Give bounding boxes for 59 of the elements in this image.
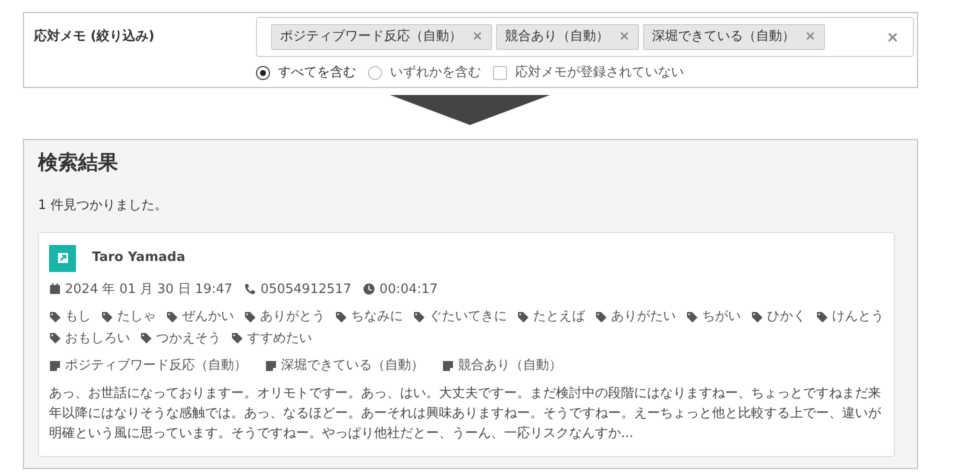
tag-icon [335, 310, 347, 323]
checkbox[interactable] [493, 66, 507, 80]
tag-icon [244, 310, 256, 323]
tag-icon [49, 310, 61, 323]
keyword: けんとう [832, 308, 884, 326]
filter-chip[interactable]: ポジティブワード反応（自動） × [271, 24, 492, 50]
memo-label: 深堀できている（自動） [281, 357, 424, 375]
memo-icon [265, 360, 277, 372]
call-duration: 00:04:17 [379, 280, 438, 298]
calendar-icon [49, 283, 61, 296]
result-count: 1 件見つかりました。 [38, 197, 168, 215]
keyword: たしゃ [117, 308, 156, 326]
keyword: たとえば [533, 308, 585, 326]
caller-name: Taro Yamada [92, 249, 186, 268]
tag-icon [413, 310, 425, 323]
tag-icon [517, 310, 529, 323]
memo-icon [49, 360, 61, 372]
filter-chip[interactable]: 競合あり（自動） × [496, 24, 639, 50]
keyword: ぜんかい [182, 308, 234, 326]
keyword: ありがたい [611, 308, 676, 326]
radio-button[interactable] [256, 66, 270, 80]
tag-icon [166, 310, 178, 323]
call-date: 2024 年 01 月 30 日 19:47 [65, 280, 232, 298]
keyword: ありがとう [260, 308, 325, 326]
filter-label: 応対メモ (絞り込み) [32, 28, 156, 46]
keyword: つかえそう [156, 330, 221, 348]
results-title: 検索結果 [38, 150, 119, 174]
tag-icon [686, 310, 698, 323]
tag-icon [751, 310, 763, 323]
radio-button[interactable] [368, 66, 382, 80]
tag-icon [140, 332, 152, 344]
phone-icon [244, 283, 256, 296]
tag-icon [816, 310, 828, 323]
memo-icon [442, 360, 454, 372]
tag-icon [101, 310, 113, 323]
open-button[interactable] [49, 244, 76, 272]
tag-input-field[interactable]: ポジティブワード反応（自動） × 競合あり（自動） × 深堀できている（自動） × × [256, 17, 914, 57]
filter-chip[interactable]: 深堀できている（自動） × [642, 24, 825, 50]
memo-label: ポジティブワード反応（自動） [65, 357, 247, 375]
keyword: ちなみに [351, 308, 403, 326]
clock-icon [363, 283, 376, 296]
tag-icon [595, 310, 607, 323]
keyword: すすめたい [247, 330, 312, 348]
option-label: すべてを含む [278, 64, 356, 82]
keyword: おもしろい [65, 330, 130, 348]
tag-icon [49, 332, 61, 344]
option-label: 応対メモが登録されていない [515, 64, 684, 82]
phone-number: 05054912517 [260, 280, 352, 298]
keyword: もし [65, 308, 91, 326]
clear-icon[interactable]: × [886, 26, 899, 48]
transcript-text: あっ、お世話になっておりますー。オリモトですー。あっ、はい。大丈夫ですー。まだ検討中の段階にはなりますねー、ちょっとですねまだ来年以降にはなりそうな感触では。あっ、なるほどー。あーそれは興味ありますねー。そうですねー。えーちょっと他と比較する上でー、違いが明確という風に思っています。そうですねー。やっぱり他社だとー、うーん、一応リスクなんすか... [49, 384, 882, 443]
tag-icon [231, 332, 243, 344]
keyword: ぐたいてきに [429, 308, 507, 326]
memo-label: 競合あり（自動） [458, 357, 562, 375]
external-link-icon [56, 252, 68, 264]
keyword: ちがい [702, 308, 741, 326]
option-label: いずれかを含む [390, 64, 481, 82]
keyword: ひかく [767, 308, 806, 326]
down-arrow-icon [390, 95, 550, 125]
